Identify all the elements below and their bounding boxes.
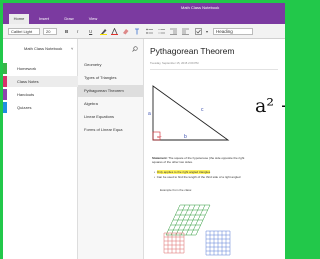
page-item-geometry[interactable]: Geometry bbox=[78, 59, 144, 71]
section-homework[interactable]: Homework bbox=[3, 63, 78, 74]
grid-squares-drawing bbox=[163, 204, 231, 256]
bullets-icon[interactable] bbox=[146, 28, 153, 35]
font-size-box[interactable]: 20 bbox=[43, 28, 57, 35]
styles-dropdown-arrow[interactable]: ▾ bbox=[206, 28, 208, 35]
notebook-panel: Math Class Notebook ˅ Homework Class Not… bbox=[3, 39, 78, 259]
page-item-linear-equations[interactable]: Linear Equations bbox=[78, 111, 144, 123]
section-label: Class Notes bbox=[17, 79, 39, 84]
clear-format-icon[interactable] bbox=[134, 28, 140, 35]
section-class-notes[interactable]: Class Notes bbox=[3, 76, 78, 87]
bold-button[interactable]: B bbox=[65, 28, 68, 35]
underline-button[interactable]: U bbox=[89, 28, 92, 35]
highlighter-icon[interactable] bbox=[100, 28, 107, 35]
search-icon[interactable] bbox=[132, 46, 138, 52]
ribbon-toolbar: Calibri Light 20 B I U ▾ Heading bbox=[3, 24, 285, 39]
section-label: Homework bbox=[17, 66, 37, 71]
ribbon-tabs: Home Insert Draw View bbox=[3, 12, 285, 24]
styles-gallery-icon[interactable] bbox=[195, 28, 202, 35]
section-color-bar bbox=[3, 63, 7, 74]
notebook-header[interactable]: Math Class Notebook ˅ bbox=[3, 44, 78, 54]
numbering-icon[interactable] bbox=[158, 28, 165, 35]
page-item-algebra[interactable]: Algebra bbox=[78, 98, 144, 110]
section-color-bar bbox=[3, 76, 7, 87]
font-color-icon[interactable] bbox=[111, 28, 118, 35]
green-grid-square bbox=[165, 204, 211, 236]
page-item-forms-of-linear-equations[interactable]: Forms of Linear Equa bbox=[78, 124, 144, 136]
tab-view[interactable]: View bbox=[85, 14, 101, 24]
notebook-name: Math Class Notebook bbox=[24, 46, 63, 51]
tab-draw[interactable]: Draw bbox=[61, 14, 77, 24]
indent-icon[interactable] bbox=[182, 28, 189, 35]
section-color-bar bbox=[3, 102, 7, 113]
section-color-bar bbox=[3, 89, 7, 100]
onenote-window: Math Class Notebook Home Insert Draw Vie… bbox=[3, 3, 285, 259]
pages-panel: Geometry Types of Triangles Pythagorean … bbox=[78, 39, 144, 259]
page-canvas[interactable]: Pythagorean Theorem Tuesday, September 1… bbox=[144, 39, 285, 259]
page-item-pythagorean-theorem[interactable]: Pythagorean Theorem bbox=[78, 85, 144, 97]
section-label: Handouts bbox=[17, 92, 35, 97]
title-bar: Math Class Notebook bbox=[3, 3, 285, 12]
font-name-box[interactable]: Calibri Light bbox=[8, 28, 40, 35]
blue-grid-square bbox=[205, 230, 231, 256]
outdent-icon[interactable] bbox=[170, 28, 177, 35]
window-title: Math Class Notebook bbox=[181, 5, 220, 10]
italic-button[interactable]: I bbox=[77, 28, 78, 35]
section-label: Quizzes bbox=[17, 105, 32, 110]
chevron-down-icon[interactable]: ˅ bbox=[71, 44, 73, 54]
tab-insert[interactable]: Insert bbox=[35, 14, 53, 24]
section-quizzes[interactable]: Quizzes bbox=[3, 102, 78, 113]
section-handouts[interactable]: Handouts bbox=[3, 89, 78, 100]
red-grid-square bbox=[163, 232, 185, 254]
page-item-types-of-triangles[interactable]: Types of Triangles bbox=[78, 72, 144, 84]
eraser-icon[interactable] bbox=[122, 28, 129, 35]
styles-box[interactable]: Heading bbox=[213, 28, 253, 35]
tab-home[interactable]: Home bbox=[9, 14, 29, 24]
